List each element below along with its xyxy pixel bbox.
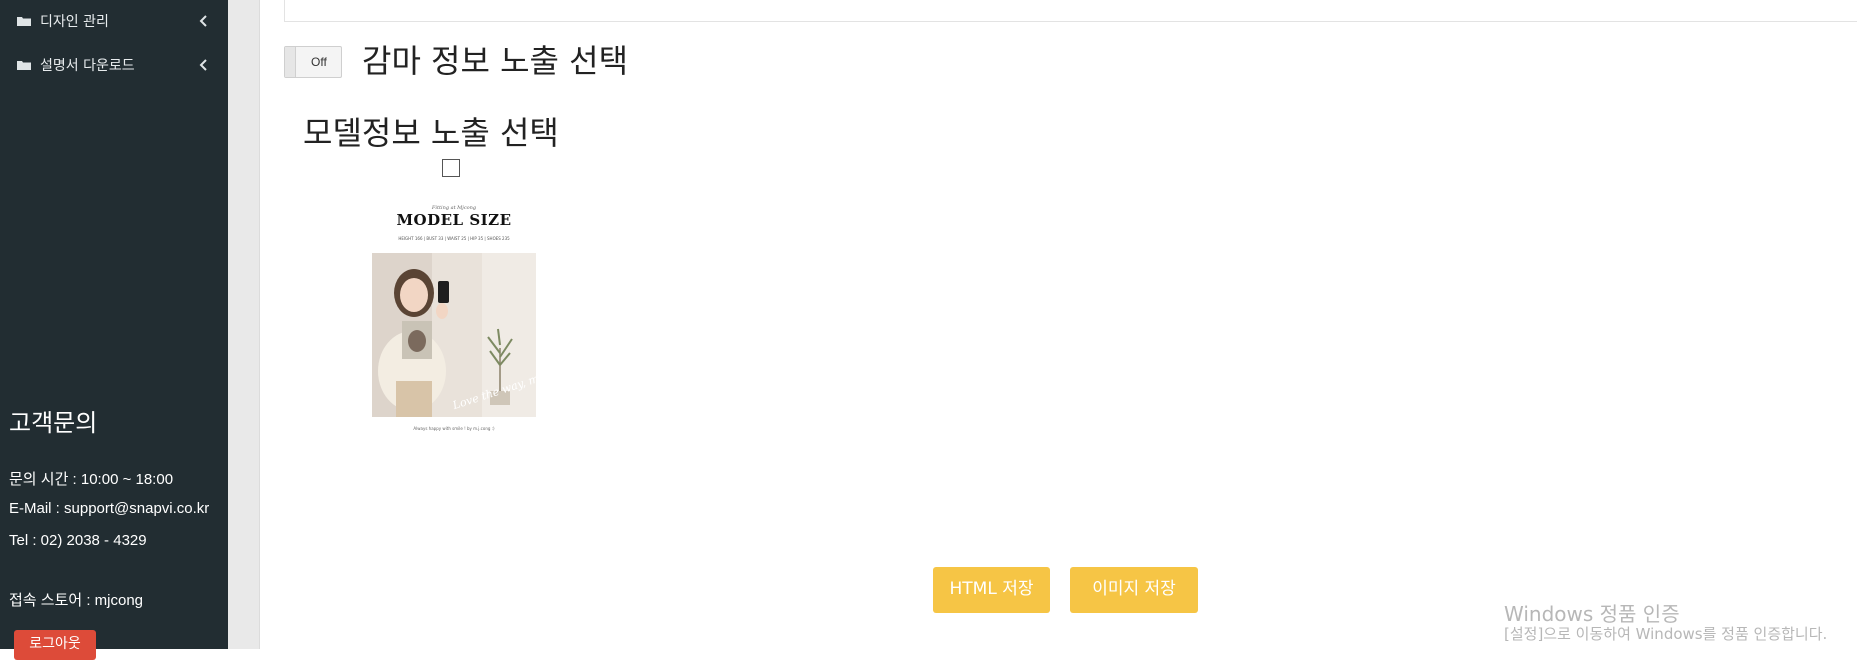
model-info-title: 모델정보 노출 선택 — [303, 114, 559, 152]
sidebar-item-label: 디자인 관리 — [40, 14, 109, 30]
sidebar: 디자인 관리 설명서 다운로드 고객문의 문의 시간 : 10:00 ~ 18:… — [0, 0, 228, 660]
windows-activation-subtitle: [설정]으로 이동하여 Windows를 정품 인증합니다. — [1504, 625, 1828, 643]
support-email: E-Mail : support@snapvi.co.kr — [9, 500, 210, 517]
sidebar-item-label: 설명서 다운로드 — [40, 58, 135, 74]
folder-icon — [17, 17, 31, 26]
model-photo: Love the way, mjcong :) — [372, 253, 536, 417]
gamma-toggle[interactable]: Off — [284, 46, 342, 78]
folder-icon — [17, 61, 31, 70]
model-info-checkbox[interactable] — [442, 159, 460, 177]
toggle-handle[interactable] — [285, 47, 296, 77]
toggle-state-label: Off — [311, 55, 327, 69]
customer-support-title: 고객문의 — [9, 409, 98, 437]
chevron-left-icon[interactable] — [199, 15, 209, 27]
save-image-button[interactable]: 이미지 저장 — [1070, 567, 1198, 613]
thumbnail-caption: Always happy with smile ! by m.j.cong :) — [413, 426, 495, 431]
thumbnail-spec: HEIGHT 166 | BUST 33 | WAIST 25 | HIP 35… — [398, 236, 510, 241]
sidebar-item-manual-download[interactable]: 설명서 다운로드 — [0, 50, 228, 80]
sidebar-item-design-management[interactable]: 디자인 관리 — [0, 6, 228, 36]
save-html-button[interactable]: HTML 저장 — [933, 567, 1050, 613]
content-gutter — [228, 0, 260, 649]
chevron-left-icon[interactable] — [199, 59, 209, 71]
support-tel: Tel : 02) 2038 - 4329 — [9, 532, 147, 549]
top-panel — [284, 0, 1857, 22]
support-hours: 문의 시간 : 10:00 ~ 18:00 — [9, 471, 174, 488]
thumbnail-heading: MODEL SIZE — [396, 211, 512, 229]
model-size-thumbnail: Fitting at Mjcong MODEL SIZE HEIGHT 166 … — [368, 200, 540, 436]
logout-button[interactable]: 로그아웃 — [14, 630, 96, 660]
gamma-info-title: 감마 정보 노출 선택 — [362, 42, 629, 80]
connected-store: 접속 스토어 : mjcong — [9, 592, 144, 609]
